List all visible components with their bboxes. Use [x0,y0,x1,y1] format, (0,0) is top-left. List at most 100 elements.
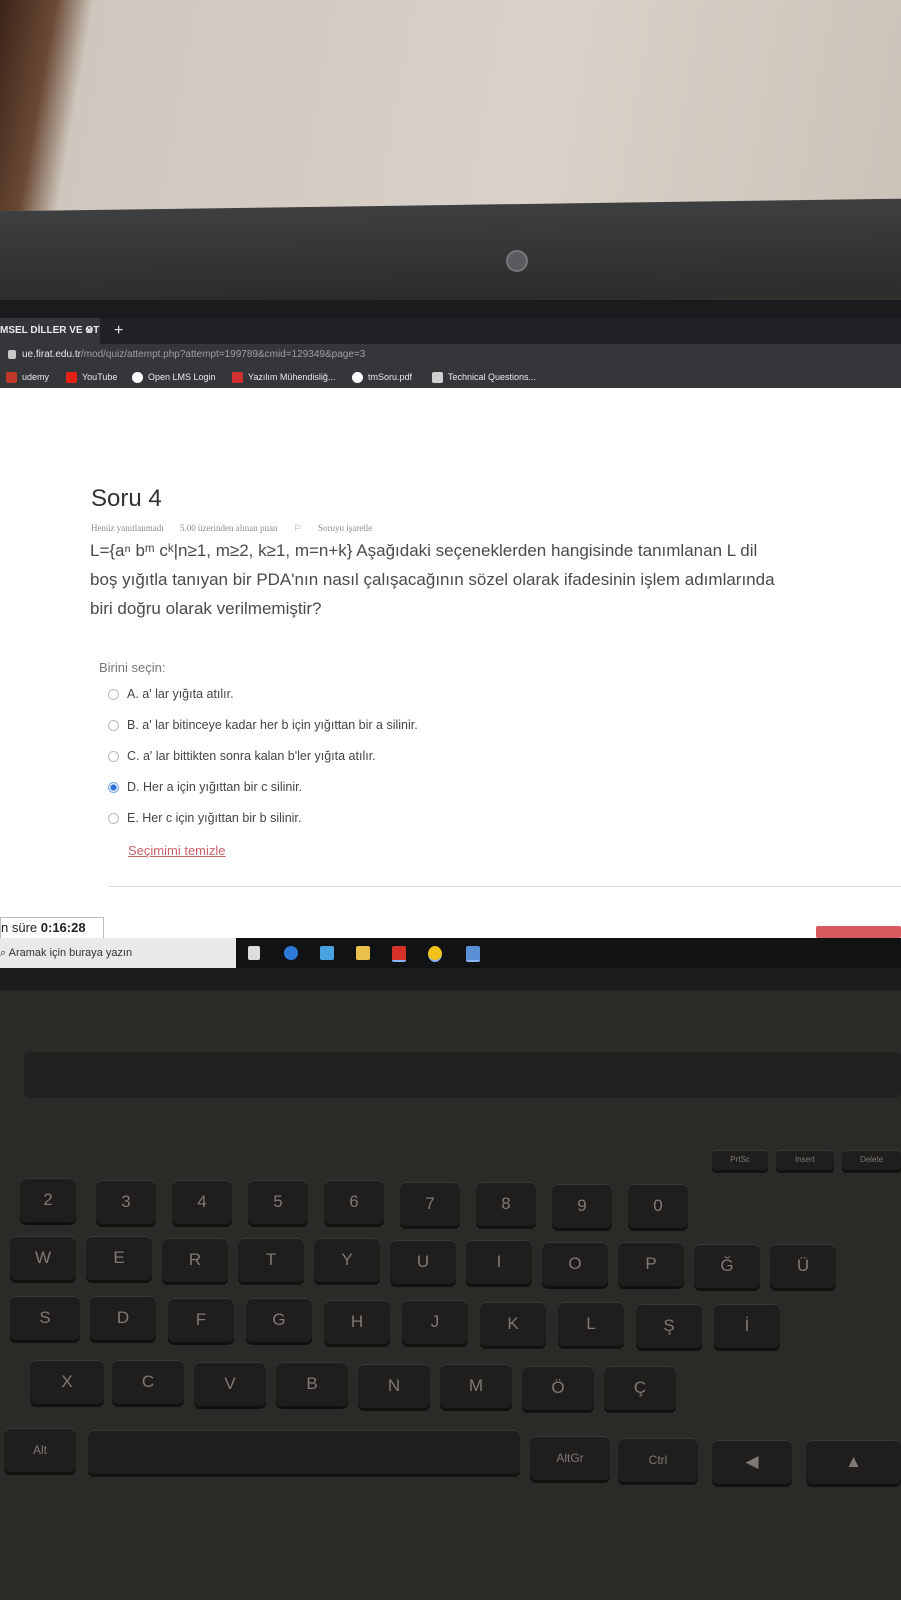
question-title: Soru 4 [91,485,162,512]
key-prtsc[interactable]: PrtSc [712,1150,768,1170]
key-y[interactable]: Y [314,1238,380,1282]
radio-button[interactable] [108,813,119,825]
app-icon[interactable] [466,946,480,962]
key-insert[interactable]: Insert [776,1150,834,1170]
key-r[interactable]: R [162,1238,228,1282]
key-x[interactable]: X [30,1360,104,1404]
key-delete[interactable]: Delete [842,1150,901,1170]
key-0[interactable]: 0 [628,1184,688,1228]
radio-button[interactable] [108,751,119,763]
key-arrow-up-down[interactable]: ▲ [806,1440,901,1484]
tab-close-icon[interactable]: × [86,318,92,344]
page-icon [432,372,443,384]
key-5[interactable]: 5 [248,1180,308,1224]
taskbar-search[interactable]: ⌕ Aramak için buraya yazın [0,938,236,968]
radio-button[interactable] [108,720,119,732]
key-e[interactable]: E [86,1236,152,1280]
key-4[interactable]: 4 [172,1180,232,1224]
key-m[interactable]: M [440,1364,512,1408]
divider [108,886,901,887]
bookmark-yazilim[interactable]: Yazılım Mühendisliğ... [232,366,335,388]
key-u[interactable]: U [390,1240,456,1284]
answer-option-c[interactable]: C. a' lar bittikten sonra kalan b'ler yı… [108,746,418,777]
key-k[interactable]: K [480,1302,546,1346]
key-l[interactable]: L [558,1302,624,1346]
key-g[interactable]: G [246,1298,312,1342]
key-alt[interactable]: Alt [4,1428,76,1472]
key-c-cedilla[interactable]: Ç [604,1366,676,1410]
task-view-icon[interactable] [248,946,260,960]
answer-options: A. a' lar yığıta atılır. B. a' lar bitin… [108,684,418,839]
browser-tab-bar: MSEL DİLLER VE OT × + [0,318,901,344]
key-o-umlaut[interactable]: Ö [522,1366,594,1410]
key-v[interactable]: V [194,1362,266,1406]
url-text[interactable]: ue.firat.edu.tr/mod/quiz/attempt.php?att… [22,344,365,366]
tab-title: MSEL DİLLER VE OT [0,325,100,336]
key-f[interactable]: F [168,1298,234,1342]
arrow-up-icon: ▲ [845,1452,862,1471]
key-c[interactable]: C [112,1360,184,1404]
address-bar[interactable]: ue.firat.edu.tr/mod/quiz/attempt.php?att… [0,344,901,366]
key-s[interactable]: S [10,1296,80,1340]
pdf-icon [232,372,243,384]
radio-button[interactable] [108,689,119,701]
key-9[interactable]: 9 [552,1184,612,1228]
acrobat-icon[interactable] [392,946,406,962]
globe-icon [132,372,143,384]
timer: n süre 0:16:28 [0,917,104,939]
key-space[interactable] [88,1430,520,1474]
next-page-button[interactable] [816,926,901,938]
bookmark-youtube[interactable]: YouTube [66,366,117,388]
file-explorer-icon[interactable] [356,946,370,960]
key-w[interactable]: W [10,1236,76,1280]
answer-option-e[interactable]: E. Her c için yığıttan bir b silinir. [108,808,418,839]
key-u-umlaut[interactable]: Ü [770,1244,836,1288]
key-g-breve[interactable]: Ğ [694,1244,760,1288]
answer-option-b[interactable]: B. a' lar bitinceye kadar her b için yığ… [108,715,418,746]
chrome-icon[interactable] [428,946,442,962]
question-info: Henüz yanıtlanmadı 5.00 üzerinden alınan… [91,523,400,534]
key-i-dot[interactable]: İ [714,1304,780,1348]
key-8[interactable]: 8 [476,1182,536,1226]
key-d[interactable]: D [90,1296,156,1340]
question-line: biri doğru olarak verilmemiştir? [90,599,322,618]
key-h[interactable]: H [324,1300,390,1344]
question-points: 5.00 üzerinden alınan puan [179,523,278,533]
key-ctrl[interactable]: Ctrl [618,1438,698,1482]
bookmark-open-lms[interactable]: Open LMS Login [132,366,216,388]
bookmarks-bar: udemy YouTube Open LMS Login Yazılım Müh… [0,366,901,388]
key-6[interactable]: 6 [324,1180,384,1224]
udemy-icon [6,372,17,384]
lock-icon [8,350,16,359]
clear-choice-link[interactable]: Seçimimi temizle [128,843,226,858]
edge-icon[interactable] [284,946,298,960]
answer-option-a[interactable]: A. a' lar yığıta atılır. [108,684,418,715]
radio-button-selected[interactable] [108,782,119,794]
key-j[interactable]: J [402,1300,468,1344]
key-altgr[interactable]: AltGr [530,1436,610,1480]
key-o[interactable]: O [542,1242,608,1286]
bookmark-udemy[interactable]: udemy [6,366,49,388]
bookmark-technical-questions[interactable]: Technical Questions... [432,366,536,388]
key-t[interactable]: T [238,1238,304,1282]
question-text: L={aⁿ bᵐ cᵏ|n≥1, m≥2, k≥1, m=n+k} Aşağıd… [90,536,901,623]
webcam [506,250,528,272]
key-p[interactable]: P [618,1242,684,1286]
search-icon: ⌕ [0,947,9,959]
background-wall [0,0,901,230]
key-i[interactable]: I [466,1240,532,1284]
store-icon[interactable] [320,946,334,960]
key-3[interactable]: 3 [96,1180,156,1224]
windows-taskbar: ⌕ Aramak için buraya yazın [0,938,901,968]
answer-option-d[interactable]: D. Her a için yığıttan bir c silinir. [108,777,418,808]
key-7[interactable]: 7 [400,1182,460,1226]
new-tab-button[interactable]: + [114,318,123,344]
key-arrow-left[interactable]: ◀ [712,1440,792,1484]
key-s-cedilla[interactable]: Ş [636,1304,702,1348]
key-b[interactable]: B [276,1362,348,1406]
key-n[interactable]: N [358,1364,430,1408]
bookmark-tmsoru[interactable]: tmSoru.pdf [352,366,412,388]
key-2[interactable]: 2 [20,1178,76,1222]
browser-tab[interactable]: MSEL DİLLER VE OT × [0,318,100,344]
flag-question-link[interactable]: ⚐ Soruyu işaretle [294,523,387,533]
